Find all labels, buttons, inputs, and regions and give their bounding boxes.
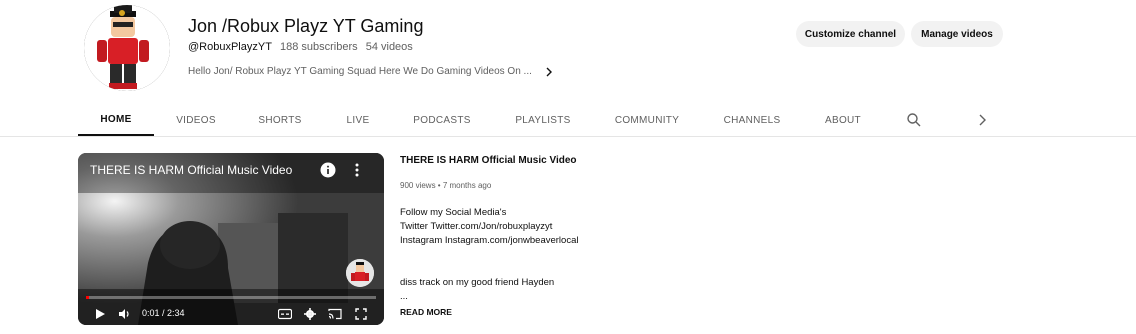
search-icon[interactable] (906, 112, 922, 128)
time-display: 0:01 / 2:34 (142, 308, 185, 318)
tab-shorts[interactable]: SHORTS (244, 104, 316, 136)
description-line: ... (400, 291, 408, 302)
channel-description-text: Hello Jon/ Robux Playz YT Gaming Squad H… (188, 66, 532, 77)
channel-description[interactable]: Hello Jon/ Robux Playz YT Gaming Squad H… (188, 66, 554, 77)
tab-videos[interactable]: VIDEOS (160, 104, 232, 136)
customize-channel-button[interactable]: Customize channel (796, 21, 905, 47)
info-icon[interactable] (320, 162, 336, 178)
description-line: Follow my Social Media's (400, 207, 507, 218)
settings-icon[interactable] (304, 307, 316, 325)
manage-videos-button[interactable]: Manage videos (911, 21, 1003, 47)
chevron-right-icon[interactable] (974, 112, 990, 128)
tab-home[interactable]: HOME (78, 104, 154, 136)
channel-watermark-avatar[interactable] (346, 259, 374, 287)
more-vert-icon[interactable] (352, 162, 362, 178)
player-controls: 0:01 / 2:34 (78, 303, 384, 325)
channel-name: Jon /Robux Playz YT Gaming (188, 16, 424, 36)
cast-icon[interactable] (328, 307, 342, 325)
description-line (400, 262, 578, 276)
progress-bar-fill (86, 296, 89, 299)
channel-handle: @RobuxPlayzYT (188, 41, 272, 53)
video-count: 54 videos (365, 41, 413, 53)
tab-channels[interactable]: CHANNELS (710, 104, 794, 136)
play-icon[interactable] (94, 307, 106, 325)
progress-bar[interactable] (86, 296, 376, 299)
tab-about[interactable]: ABOUT (812, 104, 874, 136)
fullscreen-icon[interactable] (355, 307, 367, 325)
description-line: diss track on my good friend Hayden (400, 277, 555, 288)
video-frame (78, 153, 384, 325)
description-line[interactable]: Instagram Instagram.com/jonwbeaverlocal (400, 234, 578, 248)
tab-live[interactable]: LIVE (328, 104, 388, 136)
tabs-divider (0, 136, 1136, 137)
description-line[interactable]: Twitter Twitter.com/Jon/robuxplayzyt (400, 220, 578, 234)
channel-tabs: HOME VIDEOS SHORTS LIVE PODCASTS PLAYLIS… (78, 104, 998, 136)
channel-avatar[interactable] (84, 5, 170, 91)
channel-meta: @RobuxPlayzYT 188 subscribers 54 videos (188, 41, 418, 53)
featured-video-title[interactable]: THERE IS HARM Official Music Video (400, 155, 577, 166)
featured-video-meta: 900 views • 7 months ago (400, 181, 492, 190)
volume-icon[interactable] (118, 307, 130, 325)
featured-video-description: Follow my Social Media's Twitter Twitter… (400, 206, 578, 304)
chevron-right-icon[interactable] (544, 67, 554, 77)
tab-community[interactable]: COMMUNITY (602, 104, 692, 136)
player-title[interactable]: THERE IS HARM Official Music Video (90, 163, 292, 177)
video-player[interactable]: THERE IS HARM Official Music Video 0:01 … (78, 153, 384, 325)
description-line (400, 248, 578, 262)
subscriber-count: 188 subscribers (279, 41, 358, 53)
tab-podcasts[interactable]: PODCASTS (400, 104, 484, 136)
subtitles-icon[interactable] (277, 307, 293, 325)
read-more-link[interactable]: READ MORE (400, 307, 452, 317)
tab-playlists[interactable]: PLAYLISTS (500, 104, 586, 136)
